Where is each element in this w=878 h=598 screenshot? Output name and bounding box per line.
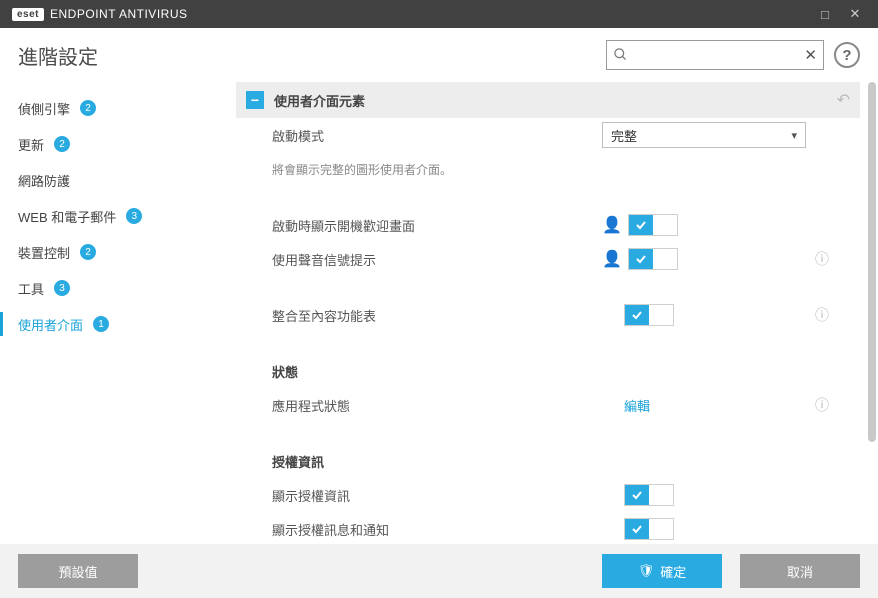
collapse-icon[interactable]: −	[246, 91, 264, 109]
user-icon: 👤	[602, 249, 622, 269]
sidebar-item-web-email[interactable]: WEB 和電子郵件3	[0, 198, 228, 234]
app-status-label: 應用程式狀態	[272, 396, 602, 415]
sidebar-item-update[interactable]: 更新2	[0, 126, 228, 162]
show-license-toggle[interactable]	[624, 484, 674, 506]
sidebar: 偵側引擎2 更新2 網路防護 WEB 和電子郵件3 裝置控制2 工具3 使用者介…	[0, 82, 228, 544]
user-icon: 👤	[602, 215, 622, 235]
help-button[interactable]: ?	[834, 42, 860, 68]
search-input[interactable]	[635, 48, 795, 63]
footer: 預設值 🛡確定 取消	[0, 544, 878, 598]
sidebar-item-ui[interactable]: 使用者介面1	[0, 306, 228, 342]
undo-icon[interactable]: ↶	[837, 90, 850, 110]
show-license-label: 顯示授權資訊	[272, 486, 602, 505]
sidebar-item-tools[interactable]: 工具3	[0, 270, 228, 306]
content: − 使用者介面元素 ↶ 啟動模式 完整 ▾ 將會顯示完整的圖形使用者介面。 啟動…	[228, 82, 878, 544]
show-license-msg-toggle[interactable]	[624, 518, 674, 540]
context-label: 整合至內容功能表	[272, 306, 602, 325]
status-heading: 狀態	[272, 362, 602, 381]
product-title: ENDPOINT ANTIVIRUS	[50, 7, 187, 21]
clear-icon[interactable]: ✕	[804, 46, 817, 64]
section-header: − 使用者介面元素 ↶	[236, 82, 860, 118]
startup-mode-value: 完整	[611, 126, 637, 145]
search-input-wrap[interactable]: ✕	[606, 40, 824, 70]
license-heading: 授權資訊	[272, 452, 602, 471]
chevron-down-icon: ▾	[791, 129, 797, 142]
cancel-button[interactable]: 取消	[740, 554, 860, 588]
app-status-edit-link[interactable]: 編輯	[624, 396, 650, 415]
sidebar-item-network[interactable]: 網路防護	[0, 162, 228, 198]
section-title: 使用者介面元素	[274, 91, 365, 110]
scrollbar[interactable]	[868, 82, 876, 442]
ok-button[interactable]: 🛡確定	[602, 554, 722, 588]
window-close-icon[interactable]: ✕	[840, 6, 870, 22]
shield-icon: 🛡	[638, 563, 655, 579]
sound-label: 使用聲音信號提示	[272, 250, 602, 269]
show-license-msg-label: 顯示授權訊息和通知	[272, 520, 602, 539]
startup-mode-label: 啟動模式	[272, 126, 602, 145]
brand-badge: eset	[12, 8, 44, 21]
defaults-button[interactable]: 預設值	[18, 554, 138, 588]
info-icon[interactable]: ⓘ	[812, 305, 832, 325]
page-title: 進階設定	[18, 41, 98, 70]
header: 進階設定 ✕ ?	[0, 28, 878, 82]
window-maximize-icon[interactable]: □	[810, 7, 840, 22]
sidebar-item-detection[interactable]: 偵側引擎2	[0, 90, 228, 126]
startup-mode-desc: 將會顯示完整的圖形使用者介面。	[272, 161, 452, 178]
splash-toggle[interactable]	[628, 214, 678, 236]
startup-mode-dropdown[interactable]: 完整 ▾	[602, 122, 806, 148]
search-icon	[613, 47, 628, 65]
sidebar-item-device[interactable]: 裝置控制2	[0, 234, 228, 270]
splash-label: 啟動時顯示開機歡迎畫面	[272, 216, 602, 235]
context-toggle[interactable]	[624, 304, 674, 326]
info-icon[interactable]: ⓘ	[812, 395, 832, 415]
info-icon[interactable]: ⓘ	[812, 249, 832, 269]
titlebar: eset ENDPOINT ANTIVIRUS □ ✕	[0, 0, 878, 28]
sound-toggle[interactable]	[628, 248, 678, 270]
